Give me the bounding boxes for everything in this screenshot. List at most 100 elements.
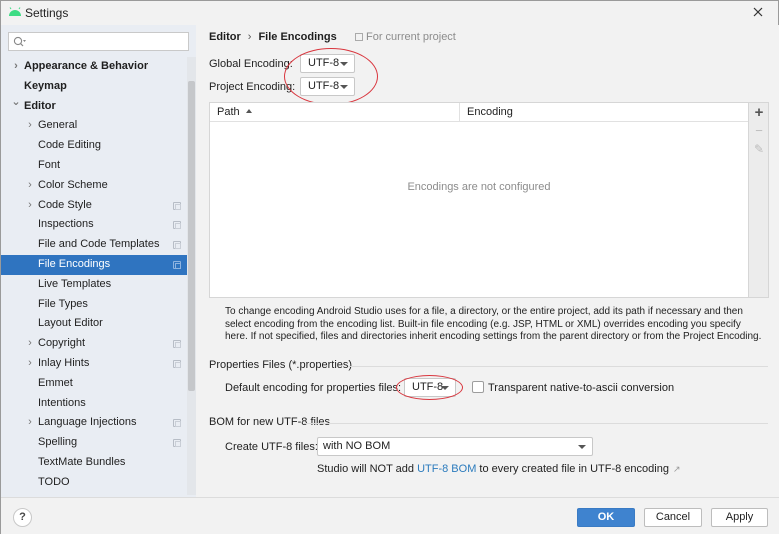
sidebar-item-label: Emmet xyxy=(38,376,73,389)
sidebar-item-label: Keymap xyxy=(24,79,67,92)
sidebar-item-label: Font xyxy=(38,158,61,171)
sidebar-scrollbar-thumb[interactable] xyxy=(188,81,195,391)
encodings-table: Path Encoding Encodings are not configur… xyxy=(209,102,749,298)
project-encoding-label: Project Encoding: xyxy=(209,81,296,93)
sidebar-item-code-style[interactable]: › Code Style xyxy=(1,196,187,216)
sidebar-item-file-and-code-templates[interactable]: File and Code Templates xyxy=(1,235,187,255)
chevron-right-icon[interactable]: › xyxy=(25,196,35,216)
sidebar-item-inlay-hints[interactable]: › Inlay Hints xyxy=(1,354,187,374)
create-utf8-value: with NO BOM xyxy=(323,440,391,452)
chevron-right-icon[interactable]: › xyxy=(25,354,35,374)
bom-note: Studio will NOT add UTF-8 BOM to every c… xyxy=(317,463,681,475)
sidebar-item-label: Inlay Hints xyxy=(38,356,90,369)
sidebar-item-label: Intentions xyxy=(38,396,86,409)
chevron-right-icon[interactable]: › xyxy=(11,57,21,77)
sidebar-item-keymap[interactable]: Keymap xyxy=(1,77,187,97)
sidebar-item-label: TODO xyxy=(38,475,70,488)
sidebar-item-label: Code Style xyxy=(38,198,92,211)
sidebar-item-editor[interactable]: ⌄ Editor xyxy=(1,96,187,117)
sidebar-item-language-injections[interactable]: › Language Injections xyxy=(1,413,187,433)
project-scope-icon xyxy=(173,201,181,210)
sidebar-item-file-types[interactable]: File Types xyxy=(1,295,187,315)
project-scope-icon xyxy=(173,340,181,349)
project-scope-icon xyxy=(173,221,181,230)
create-utf8-label: Create UTF-8 files: xyxy=(225,441,318,453)
chevron-down-icon[interactable]: ⌄ xyxy=(11,93,21,113)
sidebar-item-color-scheme[interactable]: › Color Scheme xyxy=(1,176,187,196)
sidebar-item-label: File Types xyxy=(38,297,88,310)
settings-sidebar: › Appearance & Behavior Keymap ⌄ Editor › Gene… xyxy=(1,25,196,497)
help-button[interactable]: ? xyxy=(13,508,32,527)
project-scope-icon xyxy=(173,359,181,368)
create-utf8-dropdown[interactable]: with NO BOM xyxy=(317,437,593,456)
sidebar-item-todo[interactable]: TODO xyxy=(1,473,187,493)
column-header-path[interactable]: Path xyxy=(210,103,460,122)
chevron-down-icon xyxy=(441,386,449,390)
breadcrumb-parent[interactable]: Editor xyxy=(209,31,241,43)
android-icon xyxy=(9,7,21,16)
sidebar-item-code-editing[interactable]: Code Editing xyxy=(1,136,187,156)
sidebar-item-file-encodings[interactable]: File Encodings xyxy=(1,254,187,275)
sidebar-item-label: TextMate Bundles xyxy=(38,455,126,468)
bom-group-divider xyxy=(304,423,768,424)
chevron-right-icon[interactable]: › xyxy=(25,413,35,433)
chevron-down-icon xyxy=(340,62,348,66)
sidebar-item-inspections[interactable]: Inspections xyxy=(1,215,187,235)
chevron-down-icon xyxy=(578,445,586,449)
settings-search-input[interactable] xyxy=(8,32,189,51)
sidebar-item-textmate-bundles[interactable]: TextMate Bundles xyxy=(1,453,187,473)
sidebar-item-label: Layout Editor xyxy=(38,317,103,330)
sidebar-item-label: Inspections xyxy=(38,218,94,231)
sidebar-item-label: General xyxy=(38,119,78,132)
sidebar-item-label: Live Templates xyxy=(38,277,112,290)
sidebar-item-font[interactable]: Font xyxy=(1,156,187,176)
sidebar-item-intentions[interactable]: Intentions xyxy=(1,394,187,414)
sort-ascending-icon xyxy=(245,109,252,113)
sidebar-item-label: Spelling xyxy=(38,436,78,449)
sidebar-item-label: File Encodings xyxy=(38,257,111,270)
project-scope-icon xyxy=(173,419,181,428)
chevron-right-icon[interactable]: › xyxy=(25,116,35,136)
breadcrumb-separator: › xyxy=(247,31,252,43)
window-title: Settings xyxy=(25,6,69,20)
close-icon[interactable] xyxy=(750,4,766,20)
edit-icon[interactable]: ✎ xyxy=(749,140,769,158)
sidebar-item-general[interactable]: › General xyxy=(1,116,187,136)
transparent-ascii-checkbox[interactable] xyxy=(472,381,484,393)
remove-icon[interactable]: − xyxy=(749,122,769,140)
utf8-bom-link[interactable]: UTF-8 BOM xyxy=(417,463,476,475)
project-encoding-dropdown[interactable]: UTF-8 xyxy=(300,77,355,96)
table-toolbar: + − ✎ xyxy=(749,102,769,298)
properties-group-divider xyxy=(348,366,768,367)
settings-dialog: Settings › Appearance & Behavior Keymap ⌄ Ed… xyxy=(0,0,779,534)
sidebar-item-copyright[interactable]: › Copyright xyxy=(1,334,187,354)
scope-note: For current project xyxy=(355,31,456,43)
apply-button[interactable]: Apply xyxy=(711,508,768,527)
sidebar-item-spelling[interactable]: Spelling xyxy=(1,433,187,453)
global-encoding-dropdown[interactable]: UTF-8 xyxy=(300,54,355,73)
project-scope-icon xyxy=(173,260,181,269)
properties-encoding-dropdown[interactable]: UTF-8 xyxy=(404,378,456,397)
breadcrumb: Editor › File Encodings xyxy=(209,31,337,43)
help-text: To change encoding Android Studio uses f… xyxy=(225,306,762,342)
file-encodings-panel: Editor › File Encodings For current projec… xyxy=(196,25,779,497)
cancel-button[interactable]: Cancel xyxy=(644,508,702,527)
global-encoding-label: Global Encoding: xyxy=(209,58,293,70)
add-icon[interactable]: + xyxy=(749,104,769,122)
sidebar-item-label: Language Injections xyxy=(38,416,137,429)
chevron-right-icon[interactable]: › xyxy=(25,334,35,354)
sidebar-item-label: Color Scheme xyxy=(38,178,108,191)
sidebar-item-layout-editor[interactable]: Layout Editor xyxy=(1,314,187,334)
project-encoding-value: UTF-8 xyxy=(308,80,340,92)
table-header: Path Encoding xyxy=(210,103,748,122)
sidebar-item-label: Appearance & Behavior xyxy=(24,60,149,72)
ok-button[interactable]: OK xyxy=(577,508,635,527)
sidebar-item-appearance-behavior[interactable]: › Appearance & Behavior xyxy=(1,57,187,77)
sidebar-item-label: Editor xyxy=(24,99,56,112)
column-header-encoding[interactable]: Encoding xyxy=(460,103,750,122)
sidebar-item-emmet[interactable]: Emmet xyxy=(1,374,187,394)
external-link-icon: ↗ xyxy=(672,464,681,474)
chevron-right-icon[interactable]: › xyxy=(25,176,35,196)
sidebar-item-live-templates[interactable]: Live Templates xyxy=(1,275,187,295)
breadcrumb-current: File Encodings xyxy=(258,31,337,43)
